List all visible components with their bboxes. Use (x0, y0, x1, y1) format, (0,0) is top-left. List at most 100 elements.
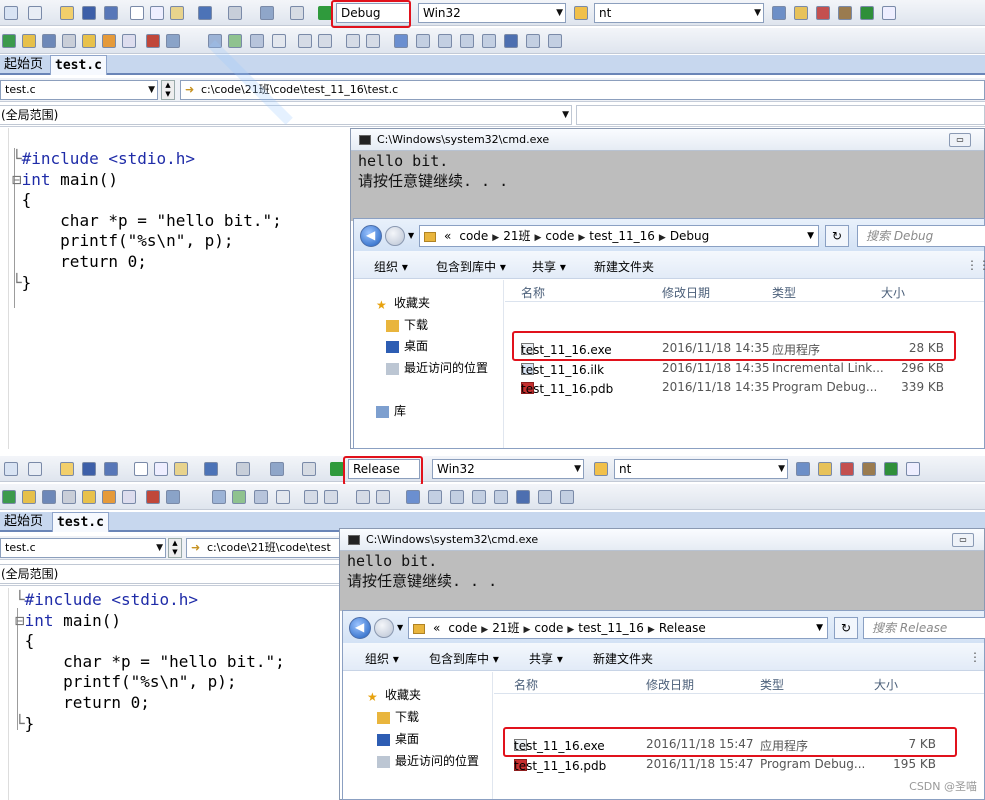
navigate-forward-icon[interactable] (302, 462, 316, 476)
bookmark-icon[interactable] (428, 490, 442, 504)
toolbar-icon[interactable] (146, 490, 160, 504)
fold-marker[interactable] (15, 652, 25, 671)
comment-icon[interactable] (356, 490, 370, 504)
bookmark-icon[interactable] (416, 34, 430, 48)
toolbar-icon[interactable] (42, 34, 56, 48)
share-button[interactable]: 共享 ▾ (532, 258, 566, 275)
bookmark-icon[interactable] (494, 490, 508, 504)
search-input[interactable]: 搜索 Debug (857, 225, 985, 247)
fold-marker[interactable]: ⊟ (15, 611, 25, 630)
toolbar-icon[interactable] (272, 34, 286, 48)
properties-icon[interactable] (818, 462, 832, 476)
bookmark-icon[interactable] (560, 490, 574, 504)
fold-marker[interactable]: └ (15, 590, 25, 609)
toolbar-icon[interactable] (2, 490, 16, 504)
find-combo[interactable]: nt ▼ (594, 3, 764, 23)
outdent-icon[interactable] (318, 34, 332, 48)
toolbar-icon[interactable] (102, 490, 116, 504)
file-row[interactable]: test_11_16.pdb 2016/11/18 15:47 Program … (494, 755, 984, 775)
object-browser-icon[interactable] (816, 6, 830, 20)
breadcrumb-item[interactable]: code (534, 621, 563, 635)
breadcrumb-item[interactable]: 21班 (503, 229, 530, 243)
forward-button[interactable] (374, 618, 394, 638)
tab-start-page[interactable]: 起始页 (0, 55, 47, 75)
find-in-files-icon[interactable] (594, 462, 608, 476)
start-debugging-icon[interactable] (330, 462, 344, 476)
bookmark-icon[interactable] (406, 490, 420, 504)
cut-icon[interactable] (130, 6, 144, 20)
fold-marker[interactable]: ⊟ (12, 170, 22, 189)
fold-marker[interactable]: └ (12, 149, 22, 168)
start-debugging-icon[interactable] (318, 6, 332, 20)
fold-marker[interactable] (12, 231, 22, 250)
breadcrumb-item[interactable]: Debug (670, 229, 709, 243)
nav-desktop[interactable]: 桌面 (377, 730, 419, 747)
bookmark-icon[interactable] (472, 490, 486, 504)
navigate-backward-icon[interactable] (260, 6, 274, 20)
properties-icon[interactable] (794, 6, 808, 20)
toolbar-icon[interactable] (62, 34, 76, 48)
include-in-library-button[interactable]: 包含到库中 ▾ (436, 258, 506, 275)
search-input[interactable]: 搜索 Release (863, 617, 985, 639)
view-options-icon[interactable]: ⋮⋮ (969, 650, 985, 664)
column-name[interactable]: 名称 (521, 284, 545, 301)
scope-combo[interactable]: (全局范围) (0, 564, 346, 584)
toolbar-icon[interactable] (228, 34, 242, 48)
tab-test-c[interactable]: test.c (50, 55, 107, 75)
toolbar-icon[interactable] (42, 490, 56, 504)
indent-icon[interactable] (298, 34, 312, 48)
toolbar-icon[interactable] (166, 34, 180, 48)
cut-icon[interactable] (134, 462, 148, 476)
member-combo[interactable] (576, 105, 985, 125)
breadcrumb-item[interactable]: code (459, 229, 488, 243)
file-combo[interactable]: test.c ▼ (0, 538, 166, 558)
address-bar[interactable]: «code ▶ 21班 ▶ code ▶ test_11_16 ▶ Debug ▼ (419, 225, 819, 247)
nav-desktop[interactable]: 桌面 (386, 337, 428, 354)
save-icon[interactable] (82, 462, 96, 476)
path-combo[interactable]: ➜ c:\code\21班\code\test_11_16\test.c (180, 80, 985, 100)
undo-icon[interactable] (198, 6, 212, 20)
code-editor[interactable]: └#include <stdio.h> ⊟int main() { char *p… (0, 588, 338, 800)
back-button[interactable]: ◀ (349, 617, 371, 639)
nav-libraries[interactable]: 库 (376, 402, 406, 419)
save-icon[interactable] (82, 6, 96, 20)
toolbar-icon[interactable] (254, 490, 268, 504)
chevron-right-icon[interactable]: ▶ (648, 625, 655, 635)
toolbar-icon[interactable] (212, 490, 226, 504)
split-spinner[interactable]: ▲ ▼ (168, 538, 182, 558)
solution-explorer-icon[interactable] (772, 6, 786, 20)
path-combo[interactable]: ➜ c:\code\21班\code\test (186, 538, 346, 558)
indent-icon[interactable] (304, 490, 318, 504)
toolbar-icon[interactable] (22, 490, 36, 504)
chevron-right-icon[interactable]: ▶ (567, 625, 574, 635)
tab-test-c[interactable]: test.c (52, 512, 109, 532)
open-folder-icon[interactable] (60, 462, 74, 476)
file-row[interactable]: test_11_16.pdb 2016/11/18 14:35 Program … (505, 378, 984, 398)
bookmark-icon[interactable] (438, 34, 452, 48)
toolbar-icon[interactable] (102, 34, 116, 48)
breadcrumb-overflow[interactable]: « (433, 621, 440, 635)
forward-button[interactable] (385, 226, 405, 246)
chevron-right-icon[interactable]: ▶ (659, 233, 666, 243)
fold-marker[interactable] (15, 672, 25, 691)
window-icon[interactable] (882, 6, 896, 20)
open-folder-icon[interactable] (60, 6, 74, 20)
column-date[interactable]: 修改日期 (662, 284, 710, 301)
chevron-right-icon[interactable]: ▶ (492, 233, 499, 243)
toolbar-icon[interactable] (250, 34, 264, 48)
solution-explorer-icon[interactable] (796, 462, 810, 476)
new-project-icon[interactable] (4, 462, 18, 476)
redo-icon[interactable] (236, 462, 250, 476)
chevron-right-icon[interactable]: ▶ (524, 625, 531, 635)
toolbar-icon[interactable] (82, 490, 96, 504)
toolbar-icon[interactable] (232, 490, 246, 504)
code-editor[interactable]: └#include <stdio.h> ⊟int main() { char *p… (0, 128, 350, 449)
start-page-icon[interactable] (860, 6, 874, 20)
bookmark-icon[interactable] (450, 490, 464, 504)
fold-marker[interactable]: └ (15, 714, 25, 733)
nav-downloads[interactable]: 下载 (377, 708, 419, 725)
chevron-right-icon[interactable]: ▶ (481, 625, 488, 635)
column-size[interactable]: 大小 (881, 284, 905, 301)
breadcrumb-item[interactable]: test_11_16 (589, 229, 655, 243)
breadcrumb-item[interactable]: Release (659, 621, 706, 635)
